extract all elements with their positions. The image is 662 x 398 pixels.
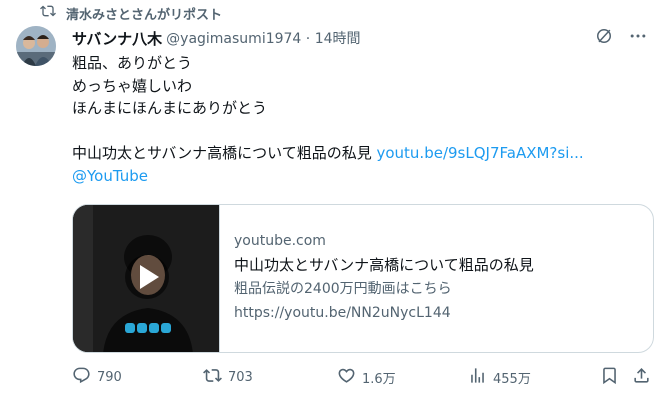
repost-icon	[40, 3, 56, 23]
tweet-text: 粗品、ありがとう めっちゃ嬉しいわ ほんまにほんまにありがとう 中山功太とサバン…	[72, 52, 652, 187]
more-options-icon[interactable]	[628, 26, 648, 50]
views-button[interactable]: 455万	[468, 366, 531, 389]
card-domain: youtube.com	[234, 233, 326, 249]
tweet-header: サバンナ八木 @yagimasumi1974 · 14時間	[72, 27, 648, 49]
tweet-line: ほんまにほんまにありがとう	[72, 99, 268, 117]
view-count: 455万	[493, 371, 531, 387]
repost-label: 清水みさとさんがリポスト	[66, 7, 223, 23]
grok-icon[interactable]	[594, 26, 614, 50]
video-title-text: 中山功太とサバンナ高橋について粗品の私見	[72, 144, 377, 162]
action-bar: 790 703 1.6万 455万	[72, 366, 654, 388]
card-title: 中山功太とサバンナ高橋について粗品の私見	[234, 256, 534, 274]
tweet-line: めっちゃ嬉しいわ	[72, 76, 193, 95]
reply-count: 790	[97, 369, 122, 385]
video-link[interactable]: youtu.be/9sLQJ7FaAXM?si...	[376, 144, 583, 162]
author-handle-time[interactable]: @yagimasumi1974 · 14時間	[166, 28, 360, 48]
card-url: https://youtu.be/NN2uNycL144	[234, 305, 451, 321]
bookmark-button[interactable]	[600, 366, 619, 389]
reply-icon	[72, 366, 91, 389]
like-count: 1.6万	[362, 371, 396, 387]
tweet-line: 粗品、ありがとう	[72, 54, 193, 72]
card-description: 粗品伝説の2400万円動画はこちら	[234, 281, 452, 297]
avatar[interactable]	[16, 26, 56, 66]
repost-indicator[interactable]: 清水みさとさんがリポスト	[40, 3, 222, 23]
author-name[interactable]: サバンナ八木	[72, 28, 162, 49]
link-card[interactable]: youtube.com 中山功太とサバンナ高橋について粗品の私見 粗品伝説の24…	[72, 204, 654, 353]
share-icon	[632, 366, 651, 389]
heart-icon	[337, 366, 356, 389]
reply-button[interactable]: 790	[72, 366, 122, 389]
repost-count: 703	[228, 369, 253, 385]
bookmark-icon	[600, 366, 619, 389]
video-thumbnail[interactable]	[73, 205, 220, 352]
repost-button[interactable]: 703	[203, 366, 253, 389]
tweet-line-video: 中山功太とサバンナ高橋について粗品の私見 youtu.be/9sLQJ7FaAX…	[72, 142, 652, 165]
analytics-icon	[468, 366, 487, 389]
youtube-mention[interactable]: @YouTube	[72, 167, 148, 185]
like-button[interactable]: 1.6万	[337, 366, 396, 389]
retweet-icon	[203, 366, 222, 389]
share-button[interactable]	[632, 366, 651, 389]
